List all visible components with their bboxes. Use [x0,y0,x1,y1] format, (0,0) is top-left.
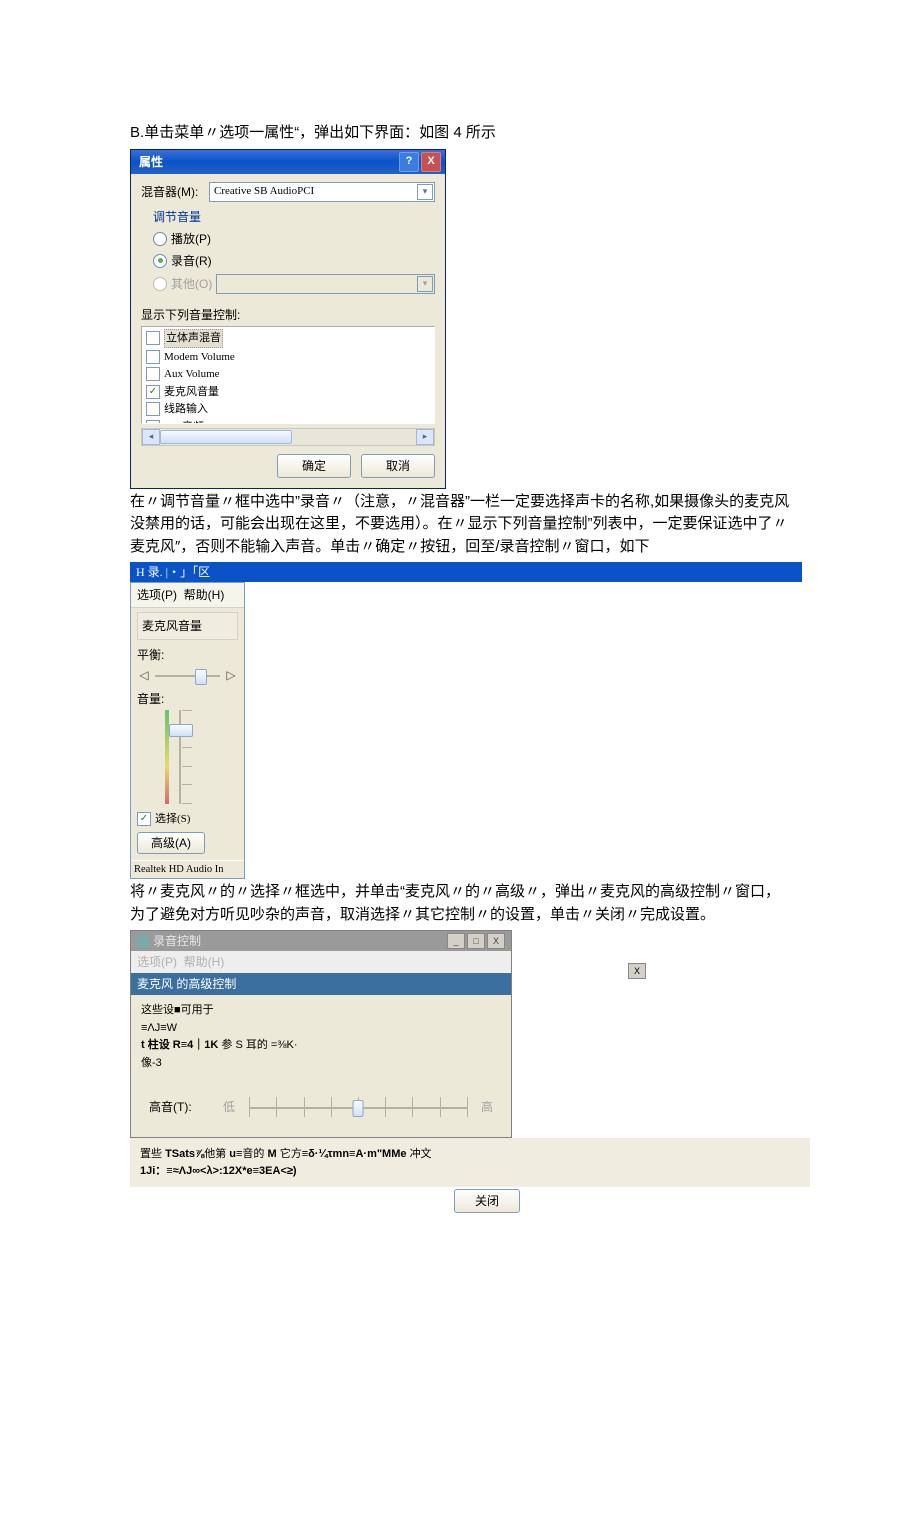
close-icon[interactable]: X [487,933,505,949]
paragraph-2: 在〃调节音量〃框中选中”录音〃（注意，〃混音器”一栏一定要选择声卡的名称,如果摄… [130,491,790,559]
low-label: 低 [223,1098,235,1116]
chevron-down-icon[interactable]: ▾ [417,184,433,200]
radio-checked-icon [153,254,167,268]
balance-slider[interactable] [151,666,224,684]
radio-playback[interactable]: 播放(P) [153,228,435,250]
maximize-icon[interactable]: □ [467,933,485,949]
parent-window-titlebar[interactable]: 录音控制 _ □ X [131,931,511,951]
radio-disabled-icon [153,277,167,291]
mixer-label: 混音器(M): [141,183,203,201]
listbox-hscrollbar[interactable]: ◂ ▸ [141,428,435,446]
adjust-volume-label: 调节音量 [153,206,435,228]
menu-options-disabled: 选项(P) [137,955,177,969]
balance-label: 平衡: [137,646,238,664]
checkbox-icon [146,350,160,364]
checkbox-icon [146,402,160,416]
scroll-thumb[interactable] [160,430,292,444]
cancel-button[interactable]: 取消 [361,454,435,478]
slider-thumb[interactable] [195,669,207,685]
hint-line-4: 像-3 [141,1055,501,1072]
minimize-icon[interactable]: _ [447,933,465,949]
speaker-right-icon: ▷ [224,668,238,682]
paragraph-intro-1: B.单击菜单〃选项一属性“，弹出如下界面：如图 4 所示 [130,122,790,145]
volume-label: 音量: [137,690,238,708]
checkbox-checked-icon [146,385,160,399]
properties-dialog: 属性 ? X 混音器(M): Creative SB AudioPCI ▾ 调节… [130,149,446,489]
checkbox-icon [146,420,160,424]
properties-title: 属性 [139,153,163,171]
close-icon[interactable]: X [421,152,441,172]
mic-column-header: 麦克风音量 [137,612,238,640]
radio-other: 其他(O) ▾ [153,272,435,296]
checkbox-checked-icon [137,812,151,826]
list-item[interactable]: CD 音频 [146,418,430,424]
other-controls-hint: 置些 TSats⅞他第 u≡音的 M 它方≡δ·¼τmn≡A·m"MMe 冲文 … [130,1138,810,1187]
properties-titlebar[interactable]: 属性 ? X [131,150,445,174]
mixer-value: Creative SB AudioPCI [214,183,314,200]
hint-line-1: 这些设■可用于 [141,1002,501,1019]
list-item[interactable]: Modem Volume [146,348,430,366]
high-label: 高 [481,1098,493,1116]
close-button[interactable]: 关闭 [454,1189,520,1213]
slider-thumb[interactable] [169,724,193,737]
treble-label: 高音(T): [149,1098,209,1116]
ok-button[interactable]: 确定 [277,454,351,478]
speaker-left-icon: ◁ [137,668,151,682]
radio-icon [153,232,167,246]
scroll-right-icon[interactable]: ▸ [416,429,434,445]
recording-window-titlebar[interactable]: H 录. |・」「区 [130,562,802,582]
checkbox-icon [146,331,160,345]
parent-menu-bar: 选项(P) 帮助(H) [131,951,511,973]
list-item[interactable]: 立体声混音 [146,329,430,349]
treble-slider[interactable] [249,1095,467,1119]
other-combobox: ▾ [216,274,435,294]
select-checkbox[interactable]: 选择(S) [137,810,238,828]
hint-line-3: t 柱设 R≡4｜1K 参 S 耳的 =⅜K· [141,1037,501,1054]
volume-controls-label: 显示下列音量控制: [141,306,435,324]
checkbox-icon [146,367,160,381]
chevron-down-disabled-icon: ▾ [417,276,433,292]
list-item[interactable]: Aux Volume [146,366,430,384]
list-item[interactable]: 麦克风音量 [146,383,430,401]
status-bar: Realtek HD Audio In [131,860,244,879]
volume-slider[interactable] [147,710,211,804]
radio-recording[interactable]: 录音(R) [153,250,435,272]
menu-options[interactable]: 选项(P) [137,588,177,602]
advanced-controls-dialog: 录音控制 _ □ X 选项(P) 帮助(H) 麦克风 的高级控制 X 这些设■可… [130,930,512,1138]
help-button-icon[interactable]: ? [399,152,419,172]
scroll-left-icon[interactable]: ◂ [142,429,160,445]
menu-help-disabled: 帮助(H) [184,955,225,969]
advanced-close-x-icon[interactable]: X [628,963,646,979]
volume-controls-listbox[interactable]: 立体声混音 Modem Volume Aux Volume 麦克风音量 线路输入… [141,326,435,424]
menu-help[interactable]: 帮助(H) [184,588,225,602]
para1-prefix: B. [130,124,144,141]
advanced-button[interactable]: 高级(A) [137,832,205,854]
recording-control-window: 选项(P) 帮助(H) 麦克风音量 平衡: ◁ ▷ 音量: [130,582,245,879]
tone-group: 高音(T): 低 高 [141,1077,501,1127]
paragraph-3: 将〃麦克风〃的〃选择〃框选中，并单击“麦克风〃的〃高级〃，弹出〃麦克风的高级控制… [130,881,790,926]
advanced-subtitlebar[interactable]: 麦克风 的高级控制 [131,973,511,995]
list-item[interactable]: 线路输入 [146,401,430,419]
hint-line-2: ≡ΛJ≡W [141,1020,501,1037]
app-icon [137,935,149,947]
recording-menu-bar: 选项(P) 帮助(H) [131,583,244,608]
mixer-combobox[interactable]: Creative SB AudioPCI ▾ [209,182,435,202]
slider-thumb[interactable] [353,1100,364,1117]
